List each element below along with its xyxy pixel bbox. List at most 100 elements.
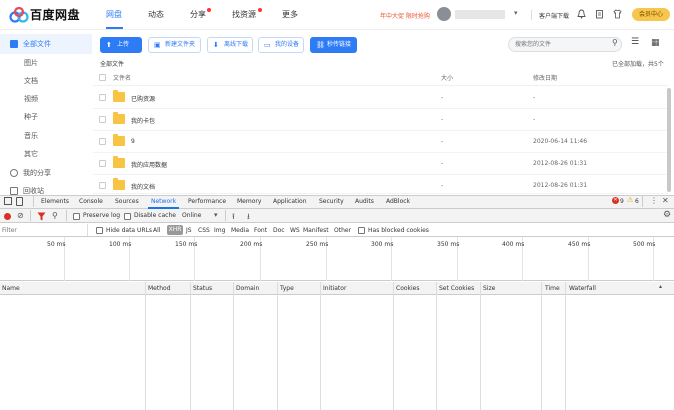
col-header-name[interactable]: Name: [2, 285, 20, 292]
row-checkbox[interactable]: [99, 138, 106, 145]
warning-count[interactable]: 6: [635, 198, 639, 205]
promo-link[interactable]: 年中大促 限时抢购: [380, 11, 430, 20]
tab-elements[interactable]: Elements: [41, 198, 69, 205]
file-name[interactable]: 已购资源: [131, 94, 155, 103]
col-header-size[interactable]: Size: [483, 285, 495, 292]
breadcrumb[interactable]: 全部文件: [100, 59, 124, 68]
record-icon[interactable]: [4, 213, 11, 220]
col-header-name[interactable]: 文件名: [113, 73, 131, 82]
search-input[interactable]: [508, 37, 622, 52]
chevron-down-icon[interactable]: ▾: [214, 211, 218, 219]
preserve-log-checkbox[interactable]: [73, 213, 80, 220]
grid-view-icon[interactable]: ▦: [651, 38, 660, 48]
has-blocked-cookies-checkbox[interactable]: [358, 227, 365, 234]
type-filter-media[interactable]: Media: [231, 227, 249, 234]
col-header-type[interactable]: Type: [280, 285, 294, 292]
hide-data-urls-checkbox[interactable]: [96, 227, 103, 234]
bell-icon[interactable]: [577, 9, 586, 19]
client-download-link[interactable]: 客户端下载: [539, 11, 569, 20]
sidebar-item-all-files[interactable]: 全部文件: [0, 34, 92, 54]
type-filter-css[interactable]: CSS: [198, 227, 210, 234]
throttling-select[interactable]: Online: [182, 212, 201, 219]
clipboard-icon[interactable]: [595, 9, 604, 19]
col-header-time[interactable]: Time: [545, 285, 560, 292]
row-checkbox[interactable]: [99, 94, 106, 101]
type-filter-img[interactable]: Img: [214, 227, 225, 234]
col-header-method[interactable]: Method: [148, 285, 171, 292]
file-name[interactable]: 我的文档: [131, 182, 155, 191]
nav-activity[interactable]: 动态: [148, 9, 164, 20]
new-folder-button[interactable]: ▣ 新建文件夹: [148, 37, 201, 53]
tab-application[interactable]: Application: [273, 198, 307, 205]
username-redacted[interactable]: [455, 10, 505, 19]
tab-network[interactable]: Network: [151, 198, 176, 205]
type-filter-doc[interactable]: Doc: [273, 227, 285, 234]
device-toolbar-icon[interactable]: [16, 197, 23, 206]
baidu-netdisk-logo[interactable]: [9, 7, 29, 23]
inspect-element-icon[interactable]: [4, 197, 12, 205]
filter-icon[interactable]: [37, 212, 46, 221]
type-filter-xhr[interactable]: XHR: [167, 225, 183, 235]
file-name[interactable]: 我的卡包: [131, 116, 155, 125]
nav-more[interactable]: 更多: [282, 9, 298, 20]
row-checkbox[interactable]: [99, 182, 106, 189]
close-icon[interactable]: ✕: [662, 196, 669, 205]
scrollbar[interactable]: [667, 88, 671, 192]
col-header-status[interactable]: Status: [193, 285, 212, 292]
search-icon[interactable]: ⚲: [52, 211, 58, 220]
tab-sources[interactable]: Sources: [115, 198, 139, 205]
type-filter-js[interactable]: JS: [186, 227, 192, 234]
my-devices-button[interactable]: ▭ 我的设备: [258, 37, 304, 53]
chevron-down-icon[interactable]: ▾: [514, 9, 518, 17]
sidebar-item-docs[interactable]: 文档: [0, 71, 92, 91]
type-filter-manifest[interactable]: Manifest: [303, 227, 329, 234]
tab-memory[interactable]: Memory: [237, 198, 261, 205]
sidebar-item-other[interactable]: 其它: [0, 144, 92, 164]
select-all-checkbox[interactable]: [99, 74, 106, 81]
error-icon[interactable]: ✕: [612, 197, 619, 204]
sidebar-item-videos[interactable]: 视频: [0, 89, 92, 109]
file-row[interactable]: 我的应用数据 - 2012-08-26 01:31: [93, 153, 668, 175]
type-filter-font[interactable]: Font: [254, 227, 267, 234]
file-row[interactable]: 我的文档 - 2012-08-26 01:31: [93, 175, 668, 194]
row-checkbox[interactable]: [99, 160, 106, 167]
preserve-log-label[interactable]: Preserve log: [83, 212, 120, 219]
tab-adblock[interactable]: AdBlock: [386, 198, 410, 205]
search-icon[interactable]: ⚲: [612, 38, 618, 47]
sort-arrow-icon[interactable]: ▴: [659, 283, 662, 290]
file-name[interactable]: 9: [131, 138, 135, 145]
col-header-date[interactable]: 修改日期: [533, 73, 557, 82]
vip-center-button[interactable]: 会员中心: [632, 8, 670, 21]
sort-icon[interactable]: ☰: [631, 37, 639, 47]
transfer-link-button[interactable]: ⛓ 秒传链接: [310, 37, 357, 53]
disable-cache-checkbox[interactable]: [124, 213, 131, 220]
shirt-icon[interactable]: [613, 9, 622, 19]
has-blocked-cookies-label[interactable]: Has blocked cookies: [368, 227, 429, 234]
nav-find-resources[interactable]: 找资源: [232, 9, 256, 20]
file-row[interactable]: 我的卡包 - -: [93, 109, 668, 131]
avatar[interactable]: [437, 7, 451, 21]
tab-audits[interactable]: Audits: [355, 198, 374, 205]
offline-download-button[interactable]: ⬇ 离线下载: [207, 37, 253, 53]
more-options-icon[interactable]: ⋮: [650, 196, 658, 205]
gear-icon[interactable]: ⚙: [663, 210, 671, 220]
tab-performance[interactable]: Performance: [188, 198, 226, 205]
sidebar-item-images[interactable]: 图片: [0, 53, 92, 73]
row-checkbox[interactable]: [99, 116, 106, 123]
file-row[interactable]: 已购资源 - -: [93, 87, 668, 109]
sidebar-item-torrents[interactable]: 种子: [0, 107, 92, 127]
hide-data-urls-label[interactable]: Hide data URLs: [106, 227, 152, 234]
nav-share[interactable]: 分享: [190, 9, 206, 20]
type-filter-other[interactable]: Other: [334, 227, 351, 234]
type-filter-all[interactable]: All: [153, 227, 160, 234]
disable-cache-label[interactable]: Disable cache: [134, 212, 176, 219]
col-header-initiator[interactable]: Initiator: [323, 285, 346, 292]
warning-icon[interactable]: ⚠: [627, 196, 633, 204]
col-header-domain[interactable]: Domain: [236, 285, 259, 292]
type-filter-ws[interactable]: WS: [290, 227, 300, 234]
file-row[interactable]: 9 - 2020-06-14 11:46: [93, 131, 668, 153]
col-header-set-cookies[interactable]: Set Cookies: [439, 285, 474, 292]
sidebar-item-music[interactable]: 音乐: [0, 126, 92, 146]
error-count[interactable]: 9: [620, 198, 624, 205]
col-header-cookies[interactable]: Cookies: [396, 285, 420, 292]
